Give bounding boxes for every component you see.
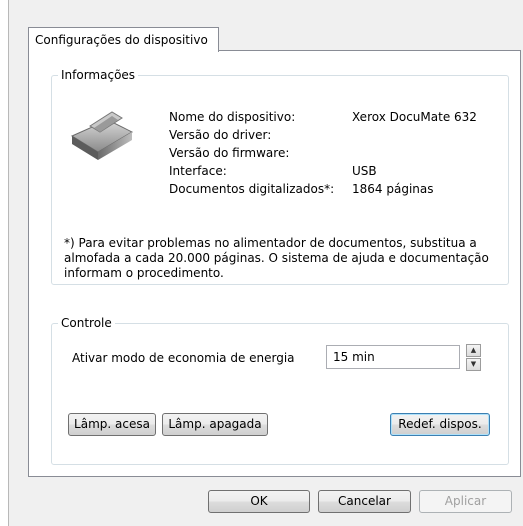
power-save-label: Ativar modo de economia de energia (72, 351, 295, 365)
power-save-value: 15 min (333, 350, 375, 364)
ok-button[interactable]: OK (208, 490, 310, 513)
info-label-device-name: Nome do dispositivo: (169, 110, 296, 124)
info-label-firmware-version: Versão do firmware: (169, 146, 290, 160)
apply-button[interactable]: Aplicar (419, 490, 512, 513)
info-value-device-name: Xerox DocuMate 632 (352, 110, 477, 124)
info-label-driver-version: Versão do driver: (169, 128, 272, 142)
lamp-off-button[interactable]: Lâmp. apagada (162, 413, 268, 436)
info-label-interface: Interface: (169, 164, 227, 178)
power-save-input[interactable]: 15 min (326, 345, 460, 369)
lamp-on-button[interactable]: Lâmp. acesa (68, 413, 156, 436)
spin-up-button[interactable]: ▲ (466, 344, 481, 357)
cancel-button[interactable]: Cancelar (318, 490, 411, 513)
device-settings-dialog: Configurações do dispositivo Informações (8, 0, 523, 526)
spin-down-button[interactable]: ▼ (466, 358, 481, 371)
info-value-scanned-docs: 1864 páginas (352, 182, 434, 196)
scanner-icon (68, 106, 136, 164)
info-label-scanned-docs: Documentos digitalizados*: (169, 182, 335, 196)
control-group: Controle Ativar modo de economia de ener… (51, 315, 509, 465)
pad-replacement-note: *) Para evitar problemas no alimentador … (64, 236, 489, 280)
info-group: Informações Nome do dispositivo: Xerox D… (51, 67, 509, 285)
tab-panel: Informações Nome do dispositivo: Xerox D… (28, 50, 521, 477)
tab-device-settings[interactable]: Configurações do dispositivo (28, 27, 219, 52)
info-value-interface: USB (352, 164, 377, 178)
reset-device-button[interactable]: Redef. dispos. (390, 413, 490, 436)
control-legend: Controle (58, 315, 115, 331)
tab-label: Configurações do dispositivo (35, 33, 208, 47)
info-legend: Informações (58, 67, 139, 83)
